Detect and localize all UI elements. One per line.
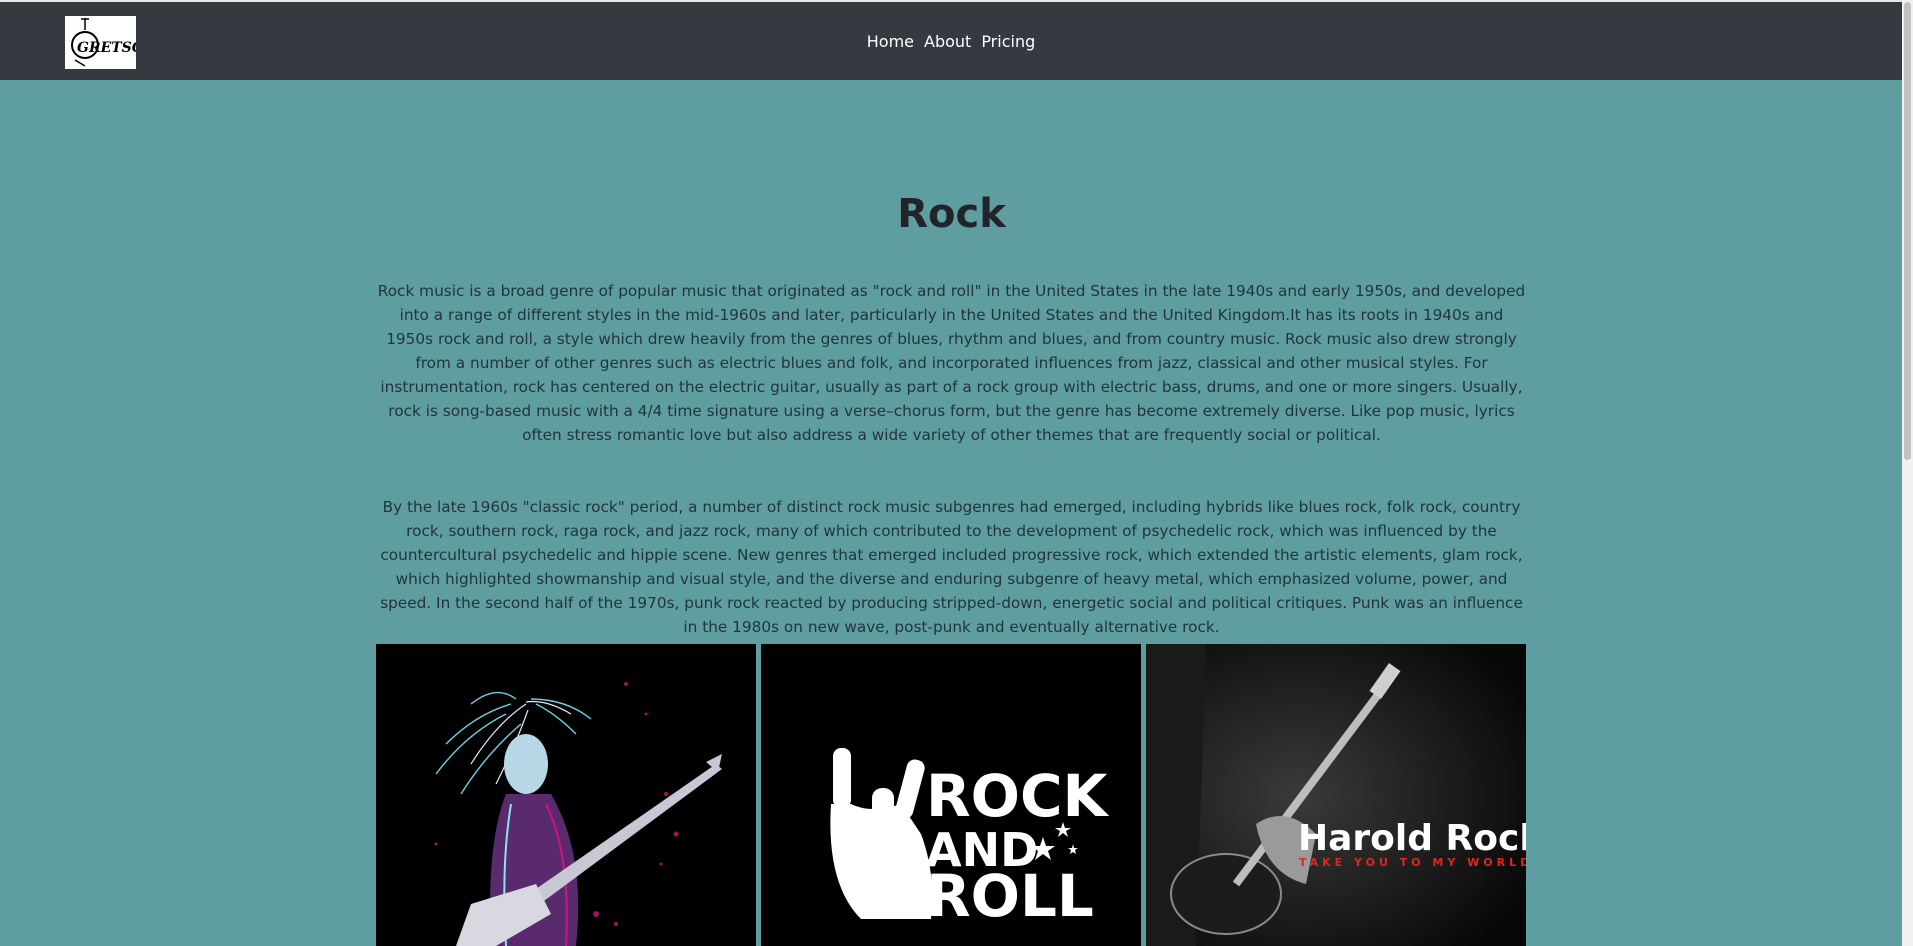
harold-rock-image: Harold Rock TAKE YOU TO MY WORLD [1146, 644, 1526, 946]
page-title: Rock [897, 191, 1006, 237]
scrollbar-thumb[interactable] [1904, 2, 1911, 460]
roll-word: ROLL [926, 862, 1094, 930]
rock-word: ROCK [926, 762, 1110, 830]
rock-and-roll-image: ROCK AND ROLL [761, 644, 1141, 946]
nav-home[interactable]: Home [867, 32, 914, 51]
image-gallery: ROCK AND ROLL Harold Rock TAKE YOU TO MY… [376, 644, 1527, 946]
intro-paragraph: Rock music is a broad genre of popular m… [377, 282, 1526, 444]
top-navbar: GRETSCH Home About Pricing [0, 0, 1902, 80]
history-paragraph: By the late 1960s "classic rock" period,… [380, 498, 1523, 636]
nav-about[interactable]: About [924, 32, 971, 51]
vertical-scrollbar[interactable] [1902, 0, 1913, 946]
nav-pricing[interactable]: Pricing [981, 32, 1035, 51]
nav-links: Home About Pricing [0, 2, 1902, 80]
harold-rock-tagline: TAKE YOU TO MY WORLD [1299, 856, 1526, 869]
harold-rock-title: Harold Rock [1298, 818, 1526, 859]
rocker-illustration-image [376, 644, 756, 946]
